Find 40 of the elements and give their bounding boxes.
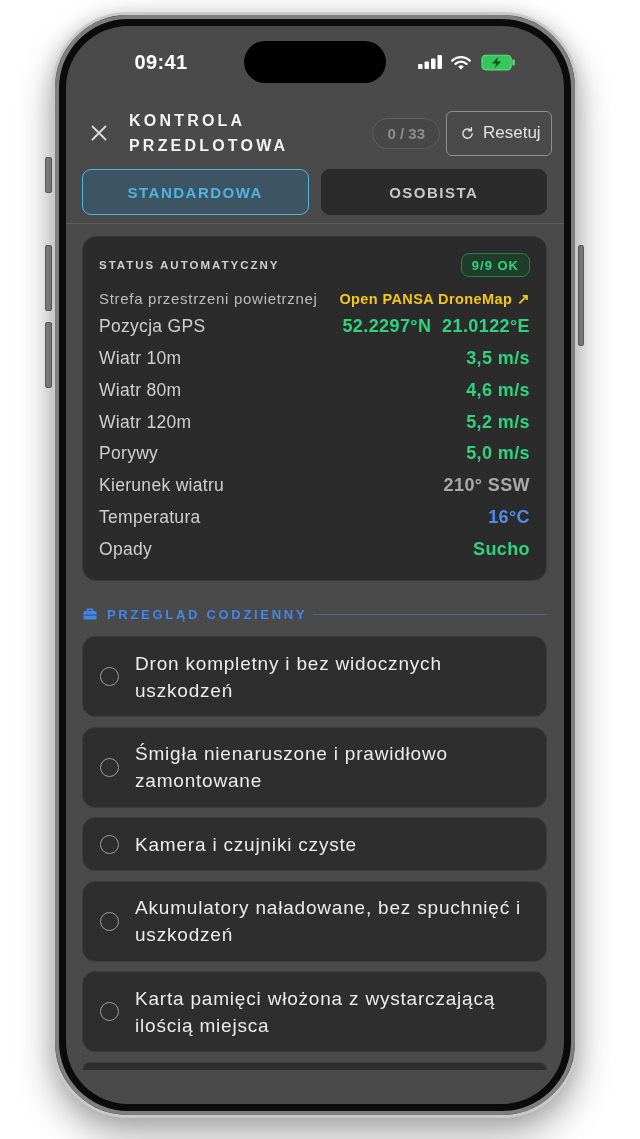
- checklist-item[interactable]: Śmigła nienaruszone i prawidłowo zamontowane: [82, 726, 547, 808]
- status-value: Sucho: [473, 538, 530, 560]
- section-title: PRZEGLĄD CODZIENNY: [107, 606, 308, 622]
- phone-side-key: [45, 322, 52, 388]
- checklist-item[interactable]: Karta pamięci włożona z wystarczającą ilością miejsca: [82, 971, 547, 1052]
- checklist-item[interactable]: Akumulatory naładowane, bez spuchnięć i uszkodzeń: [82, 880, 547, 962]
- status-label: Wiatr 10m: [99, 348, 182, 370]
- checklist-item[interactable]: Dron kompletny i bez widocznych uszkodzeń: [82, 636, 547, 717]
- progress-counter: 0 / 33: [372, 117, 440, 149]
- status-label: Wiatr 80m: [99, 379, 182, 401]
- status-value: 16°C: [488, 506, 530, 528]
- card-title: STATUS AUTOMATYCZNY: [99, 259, 280, 271]
- phone-side-key: [45, 157, 52, 193]
- reset-button[interactable]: Resetuj: [446, 110, 552, 156]
- phone-side-key: [45, 245, 52, 311]
- close-icon: [91, 125, 107, 141]
- signal-icon: [418, 55, 443, 69]
- status-value: 52.2297°N 21.0122°E: [342, 316, 530, 338]
- status-label: Wiatr 120m: [99, 411, 192, 433]
- status-label: Kierunek wiatru: [99, 475, 225, 497]
- status-value: 5,0 m/s: [466, 443, 530, 465]
- checklist-item[interactable]: Kamera i czujniki czyste: [82, 817, 547, 871]
- wifi-icon: [451, 54, 471, 70]
- refresh-icon: [461, 126, 474, 140]
- status-value: 5,2 m/s: [466, 411, 530, 433]
- status-value: 4,6 m/s: [466, 379, 530, 401]
- tab[interactable]: OSOBISTA: [320, 169, 547, 215]
- close-button[interactable]: [91, 125, 107, 141]
- status-label: Strefa przestrzeni powietrznej: [99, 290, 318, 307]
- status-label: Opady: [99, 538, 153, 560]
- screen-title: KONTROLA PRZEDLOTOWA: [129, 111, 290, 156]
- status-bar-time: 09:41: [134, 50, 188, 74]
- airspace-map-link[interactable]: Open PANSA DroneMap ↗: [339, 290, 530, 307]
- status-value: 3,5 m/s: [466, 348, 530, 370]
- status-label: Porywy: [99, 443, 159, 465]
- status-label: Pozycja GPS: [99, 316, 206, 338]
- status-label: Temperatura: [99, 506, 201, 528]
- status-badge: 9/9 OK: [460, 253, 530, 277]
- status-value: 210° SSW: [443, 475, 530, 497]
- toolbox-icon: [83, 608, 97, 620]
